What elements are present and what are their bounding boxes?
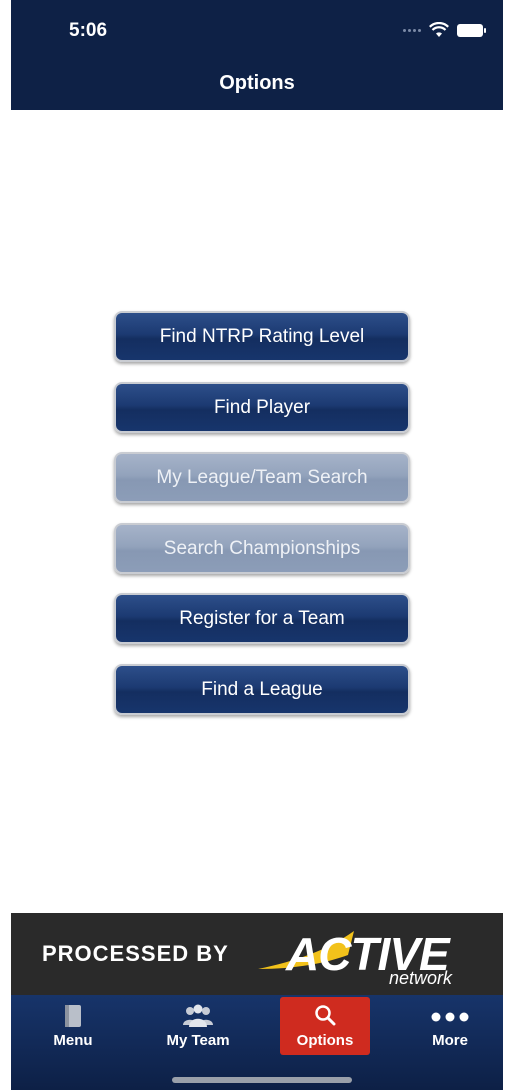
tab-label: More	[432, 1032, 468, 1049]
find-player-button[interactable]: Find Player	[114, 381, 410, 433]
menu-book-icon	[65, 1005, 81, 1027]
app-screen: 5:06 Options Find NTRP Rating Level Find…	[0, 0, 506, 1090]
battery-icon	[457, 23, 486, 37]
league-team-search-button[interactable]: My League/Team Search	[114, 452, 410, 503]
more-dots-icon	[431, 1012, 469, 1022]
tab-label: Menu	[53, 1032, 93, 1049]
tab-label: Options	[296, 1032, 354, 1049]
team-icon	[183, 1004, 213, 1027]
wifi-icon	[429, 22, 449, 37]
find-ntrp-rating-button[interactable]: Find NTRP Rating Level	[114, 311, 410, 362]
logo-subword: network	[389, 968, 453, 988]
tab-bar: Menu My Team Options More	[11, 995, 503, 1090]
tab-options[interactable]: Options	[280, 997, 370, 1055]
options-list: Find NTRP Rating Level Find Player My Le…	[114, 311, 410, 734]
home-indicator[interactable]	[172, 1077, 352, 1083]
page-title: Options	[219, 72, 295, 94]
processed-by-text: PROCESSED BY	[42, 941, 229, 966]
tab-label: My Team	[166, 1032, 230, 1049]
search-icon	[315, 1005, 336, 1026]
search-championships-button[interactable]: Search Championships	[114, 522, 410, 574]
header: 5:06 Options	[11, 0, 503, 110]
status-icons	[403, 22, 486, 38]
tab-more[interactable]: More	[405, 997, 495, 1055]
register-team-button[interactable]: Register for a Team	[114, 593, 410, 644]
status-time: 5:06	[69, 20, 108, 41]
signal-icon	[403, 28, 421, 32]
find-league-button[interactable]: Find a League	[114, 663, 410, 715]
tab-menu[interactable]: Menu	[28, 997, 118, 1055]
processed-by-banner: PROCESSED BY ACTIVE network	[11, 913, 503, 995]
tab-my-team[interactable]: My Team	[153, 997, 243, 1055]
